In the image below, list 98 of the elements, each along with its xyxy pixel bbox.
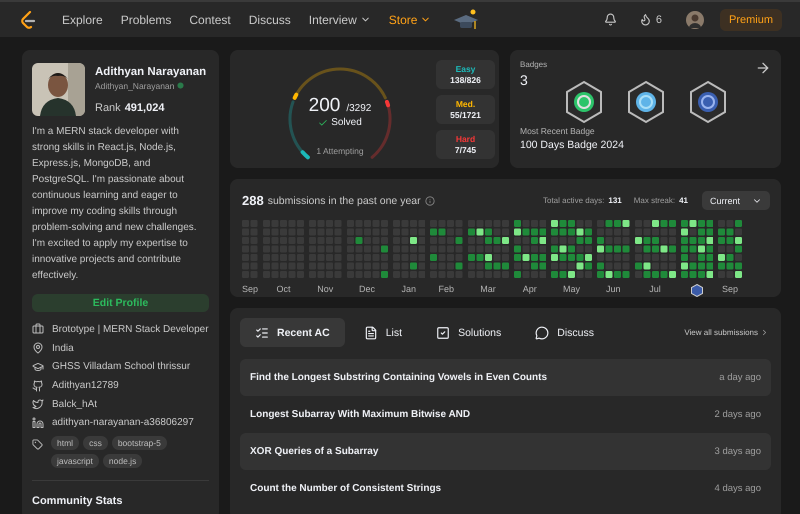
difficulty-stat: Hard 7/745: [436, 130, 495, 158]
nav-link[interactable]: Store: [388, 12, 432, 26]
heatmap-drawing: [634, 220, 676, 278]
profile-info-text: India: [52, 342, 74, 354]
bio-text: I'm a MERN stack developer with strong skills in React.js, Node.js, Express.js, MongoDB, and PostgreSQL. I'm passionate about continuous learning and eager to improve my coding skills through problem-solving and new challenges. I'm excited to apply my expertise to innovative projects and contribute effectively.: [32, 125, 198, 283]
tab[interactable]: Recent AC: [240, 318, 345, 347]
month-label: Sep: [722, 284, 738, 294]
tag-icon: [32, 439, 43, 450]
profile-info-text[interactable]: adithyan-narayanan-a36806297: [52, 417, 194, 428]
badge-count: 3: [520, 72, 529, 88]
rank-label: Rank: [95, 102, 121, 114]
difficulty-stat: Easy 138/826: [436, 60, 495, 88]
badge-icon: [564, 80, 604, 124]
briefcase-icon: [32, 323, 44, 336]
skill-tag[interactable]: node.js: [102, 454, 142, 468]
notification-bell-icon[interactable]: [604, 13, 617, 26]
nav-link[interactable]: Contest: [189, 12, 231, 26]
month-label: Oct: [276, 284, 291, 294]
attempting-label: 1 Attempting: [316, 146, 364, 156]
badges-label: Badges: [520, 60, 548, 69]
heatmap-drawing: [551, 220, 592, 278]
heatmap-drawing: [597, 220, 630, 278]
heatmap-drawing: [718, 220, 742, 278]
username: Adithyan_Narayanan: [95, 80, 174, 90]
recent-badge-label: Most Recent Badge: [520, 126, 596, 136]
rank-value: 491,024: [124, 102, 164, 114]
month-label: Jan: [402, 284, 416, 294]
logo-icon[interactable]: [20, 10, 36, 28]
active-days-value: 131: [608, 196, 622, 205]
linkedin-icon: [32, 416, 44, 429]
edit-profile-button[interactable]: Edit Profile: [32, 294, 209, 312]
chat-icon: [535, 326, 550, 340]
solved-label: Solved: [331, 117, 362, 128]
profile-name: Adithyan Narayanan: [95, 66, 206, 78]
profile-info-text[interactable]: Adithyan12789: [52, 380, 119, 392]
month-label: May: [563, 284, 580, 294]
heatmap-drawing: [514, 220, 546, 278]
tab[interactable]: Solutions: [421, 318, 516, 347]
info-icon[interactable]: [424, 196, 435, 206]
submission-row[interactable]: Count the Number of Consistent Strings 4 days ago: [240, 470, 771, 507]
month-label: Apr: [522, 284, 537, 294]
nav-link[interactable]: Interview: [308, 12, 371, 26]
month-label: Jul: [649, 284, 661, 294]
max-streak-value: 41: [679, 196, 688, 205]
graduation-cap-icon: [32, 360, 44, 373]
month-label: Mar: [480, 284, 496, 294]
badge-icon: [690, 284, 703, 297]
community-stats-heading: Community Stats: [32, 495, 124, 508]
github-icon: [32, 380, 44, 392]
check-icon: [318, 118, 328, 128]
flame-icon: [638, 13, 652, 26]
nav-link[interactable]: Problems: [120, 12, 172, 26]
premium-button[interactable]: Premium: [720, 8, 782, 30]
month-label: Feb: [438, 284, 454, 294]
total-count: /3292: [346, 103, 372, 114]
submission-row[interactable]: Longest Subarray With Maximum Bitwise AND 2 days ago: [240, 396, 771, 433]
profile-info-text: Brototype | MERN Stack Developer: [52, 324, 209, 335]
skill-tag[interactable]: javascript: [51, 454, 99, 468]
heatmap-drawing: [468, 220, 509, 278]
profile-info-text[interactable]: Balck_hAt: [52, 398, 98, 410]
location-icon: [32, 342, 44, 354]
solved-count: 200: [308, 95, 340, 117]
submission-count: 288: [242, 193, 264, 208]
tab[interactable]: List: [348, 318, 418, 347]
heatmap-drawing: [346, 220, 388, 278]
nav-link[interactable]: Discuss: [248, 12, 291, 26]
document-icon: [364, 326, 378, 340]
graduation-cap-icon[interactable]: [453, 8, 480, 30]
skill-tag[interactable]: css: [83, 436, 108, 450]
submission-row[interactable]: XOR Queries of a Subarray 3 days ago: [240, 433, 771, 470]
chevron-right-icon: [760, 328, 769, 337]
nav-link[interactable]: Explore: [62, 12, 103, 26]
month-label: Sep: [242, 284, 258, 294]
avatar[interactable]: [686, 10, 704, 28]
heatmap-drawing: [392, 220, 426, 278]
view-all-link[interactable]: View all submissions: [684, 328, 771, 337]
max-streak-label: Max streak:: [634, 196, 676, 205]
submission-row[interactable]: Find the Longest Substring Containing Vowels in Even Counts a day ago: [240, 359, 771, 396]
month-label: Dec: [359, 284, 376, 294]
streak-counter[interactable]: 6: [638, 13, 662, 26]
check-square-icon: [436, 326, 450, 340]
heatmap-drawing: [680, 220, 714, 278]
submissions-caption: submissions in the past one year: [268, 194, 421, 206]
tab[interactable]: Discuss: [520, 318, 610, 347]
badge-icon: [688, 80, 728, 124]
checklist-icon: [255, 326, 269, 340]
badge-icon: [626, 80, 666, 124]
skill-tag[interactable]: html: [51, 436, 80, 450]
period-select[interactable]: Current: [702, 191, 770, 210]
difficulty-stat: Med. 55/1721: [436, 94, 495, 124]
skill-tag[interactable]: bootstrap-5: [112, 436, 167, 450]
recent-badge-name: 100 Days Badge 2024: [520, 139, 625, 151]
profile-info-text: GHSS Villadam School thrissur: [52, 361, 190, 372]
month-label: Jun: [606, 284, 621, 294]
heatmap-drawing: [430, 220, 463, 278]
active-days-label: Total active days:: [543, 196, 604, 205]
twitter-icon: [32, 398, 44, 410]
month-label: Nov: [317, 284, 334, 294]
